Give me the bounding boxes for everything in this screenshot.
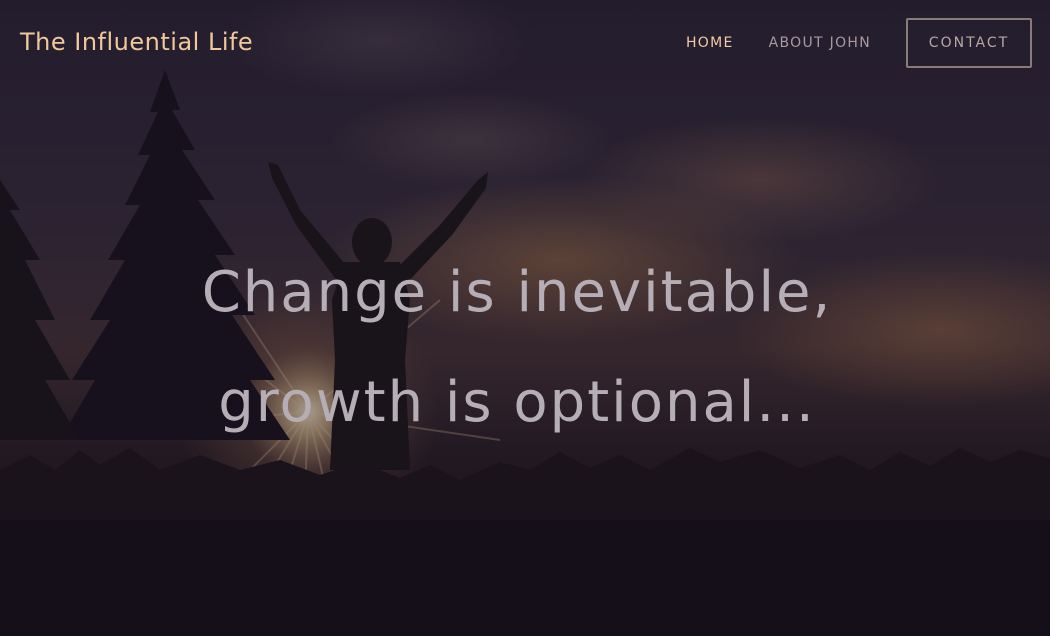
- headline-line-1: Change is inevitable,: [201, 260, 833, 325]
- headline-line-2: growth is optional...: [218, 370, 816, 435]
- contact-button[interactable]: CONTACT: [906, 18, 1032, 68]
- hero-section: The Influential Life HOME ABOUT JOHN CON…: [0, 0, 1050, 636]
- nav-home-link[interactable]: HOME: [686, 35, 734, 51]
- nav-about-link[interactable]: ABOUT JOHN: [769, 35, 871, 51]
- site-brand-link[interactable]: The Influential Life: [20, 28, 253, 56]
- navbar: The Influential Life HOME ABOUT JOHN CON…: [0, 0, 1050, 88]
- hero-headline: Change is inevitable, growth is optional…: [0, 238, 1034, 458]
- main-nav: HOME ABOUT JOHN CONTACT: [686, 18, 1032, 68]
